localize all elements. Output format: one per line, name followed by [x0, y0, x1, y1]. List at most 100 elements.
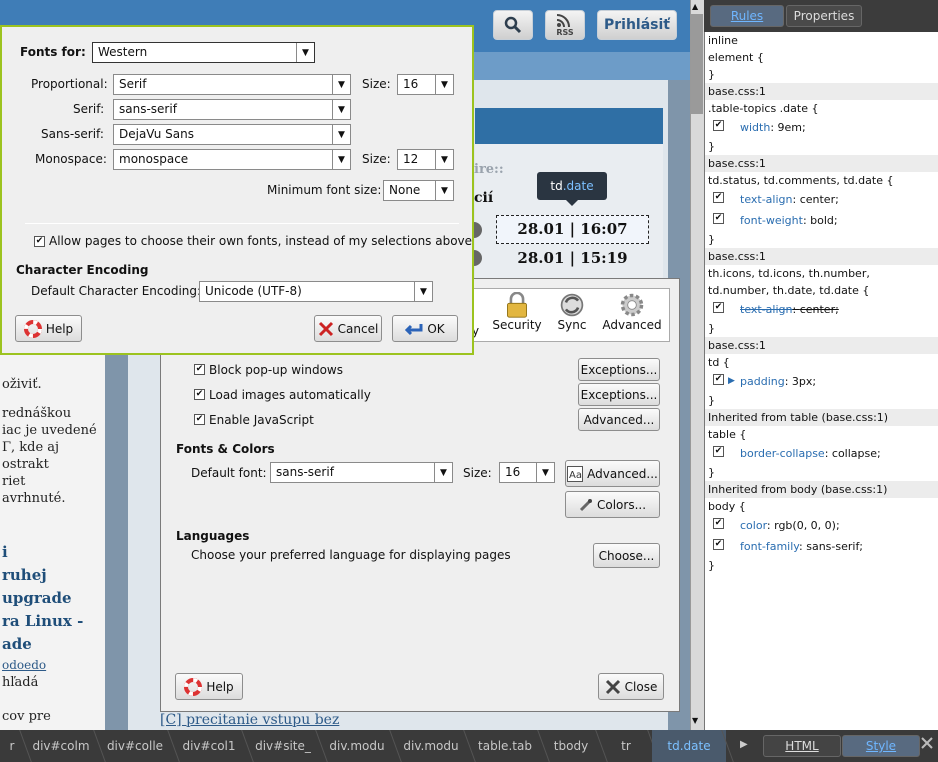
prefs-close-button[interactable]: Close	[598, 673, 664, 700]
property-checkbox[interactable]: ✔	[713, 518, 724, 529]
property-value[interactable]: sans-serif;	[806, 540, 863, 553]
rule-line: td.number, th.date, td.date {	[708, 284, 870, 297]
property-checkbox[interactable]: ✔	[713, 374, 724, 385]
table-panel-header	[475, 108, 663, 144]
property-name[interactable]: color	[740, 519, 767, 532]
min-font-size-select[interactable]: None ▼	[383, 180, 454, 201]
property-name[interactable]: padding	[740, 375, 785, 388]
serif-label: Serif:	[73, 102, 105, 116]
property-name[interactable]: text-align	[740, 193, 793, 206]
encoding-label: Default Character Encoding:	[31, 284, 202, 298]
close-icon	[921, 737, 933, 749]
property-value[interactable]: 9em;	[778, 121, 806, 134]
article-title-line[interactable]: upgrade	[2, 587, 105, 610]
article-title-line[interactable]: ade	[2, 633, 105, 656]
property-value[interactable]: 3px;	[792, 375, 816, 388]
tab-style[interactable]: Style	[842, 735, 920, 757]
allow-fonts-checkbox[interactable]: ✔	[34, 236, 45, 247]
fonts-advanced-button[interactable]: Aa Advanced...	[565, 460, 660, 487]
login-button[interactable]: Prihlásiť	[597, 10, 677, 40]
default-size-select[interactable]: 16 ▼	[499, 462, 555, 483]
article-title-line[interactable]: ra Linux -	[2, 610, 105, 633]
article-title-line[interactable]: ruhej	[2, 564, 105, 587]
languages-header: Languages	[176, 529, 250, 543]
images-exceptions-button[interactable]: Exceptions...	[578, 383, 660, 406]
date-cell-highlight[interactable]: 28.01 | 16:07	[496, 215, 649, 244]
property-checkbox[interactable]: ✔	[713, 539, 724, 550]
property-name[interactable]: text-align	[740, 303, 793, 316]
scroll-up-arrow[interactable]: ▲	[692, 2, 698, 11]
monospace-select[interactable]: monospace ▼	[113, 149, 351, 170]
property-checkbox[interactable]: ✔	[713, 192, 724, 203]
prefs-help-button[interactable]: Help	[175, 673, 243, 700]
page-scrollbar-thumb[interactable]	[691, 14, 703, 114]
colors-label: Colors...	[596, 497, 647, 512]
search-button[interactable]	[493, 10, 533, 40]
tab-properties[interactable]: Properties	[786, 5, 862, 27]
tab-html[interactable]: HTML	[763, 735, 841, 757]
article-text-line: avrhnuté.	[2, 491, 66, 506]
property-checkbox[interactable]: ✔	[713, 302, 724, 313]
property-checkbox[interactable]: ✔	[713, 446, 724, 457]
article-text-line: cov pre	[2, 709, 51, 724]
sans-serif-select[interactable]: DejaVu Sans ▼	[113, 124, 351, 145]
tab-sync[interactable]: Sync	[548, 292, 596, 332]
proportional-size-select[interactable]: 16 ▼	[397, 74, 454, 95]
property-value[interactable]: center;	[800, 303, 839, 316]
property-name[interactable]: border-collapse	[740, 447, 825, 460]
tab-advanced[interactable]: Advanced	[602, 292, 662, 332]
author-link[interactable]: odoedo	[2, 656, 105, 674]
rules-view: inline element {} base.css:1 .table-topics …	[705, 32, 938, 730]
property-value[interactable]: collapse;	[832, 447, 881, 460]
default-font-select[interactable]: sans-serif ▼	[270, 462, 453, 483]
js-advanced-button[interactable]: Advanced...	[578, 408, 660, 431]
article-text-line: hľadá	[2, 675, 39, 690]
article-text-line: Γ, kde aj	[2, 440, 60, 455]
colors-button[interactable]: Colors...	[565, 491, 660, 518]
fonts-cancel-button[interactable]: Cancel	[314, 315, 382, 342]
serif-select[interactable]: sans-serif ▼	[113, 99, 351, 120]
divider	[25, 223, 459, 224]
enable-js-checkbox[interactable]: ✔	[194, 414, 205, 425]
encoding-select[interactable]: Unicode (UTF-8) ▼	[199, 281, 433, 302]
rule-line: table {	[708, 428, 747, 441]
property-value[interactable]: center;	[800, 193, 839, 206]
fonts-help-label: Help	[45, 321, 74, 336]
property-name[interactable]: font-weight	[740, 214, 803, 227]
allow-fonts-label: Allow pages to choose their own fonts, i…	[49, 234, 473, 248]
property-value[interactable]: bold;	[810, 214, 837, 227]
scroll-down-arrow[interactable]: ▼	[692, 716, 698, 725]
block-popups-checkbox[interactable]: ✔	[194, 364, 205, 375]
tab-security-label: Security	[492, 318, 542, 332]
chevron-right-icon[interactable]: ▶	[740, 739, 748, 750]
rss-button[interactable]: RSS	[545, 10, 585, 40]
fonts-help-button[interactable]: Help	[15, 315, 82, 342]
property-name[interactable]: font-family	[740, 540, 799, 553]
choose-language-button[interactable]: Choose...	[593, 543, 660, 568]
article-text-line: riet	[2, 474, 26, 489]
rule-property: ✔ text-align: center;	[705, 299, 938, 320]
fonts-for-select[interactable]: Western ▼	[92, 42, 315, 63]
load-images-checkbox[interactable]: ✔	[194, 389, 205, 400]
property-checkbox[interactable]: ✔	[713, 120, 724, 131]
tab-rules[interactable]: Rules	[710, 5, 784, 27]
article-title-line[interactable]: i	[2, 541, 105, 564]
article-link[interactable]: [C] precitanie vstupu bez	[160, 712, 680, 730]
proportional-select[interactable]: Serif ▼	[113, 74, 351, 95]
property-checkbox[interactable]: ✔	[713, 213, 724, 224]
property-name[interactable]: width	[740, 121, 770, 134]
fonts-ok-button[interactable]: OK	[392, 315, 458, 342]
property-value[interactable]: rgb(0, 0, 0);	[774, 519, 840, 532]
chevron-down-icon: ▼	[332, 100, 350, 119]
monospace-size-select[interactable]: 12 ▼	[397, 149, 454, 170]
close-devtools-button[interactable]	[921, 737, 933, 752]
column-fragment: ire::	[474, 162, 504, 177]
tooltip-tag: td	[550, 179, 563, 193]
tab-security[interactable]: Security	[492, 292, 542, 332]
expand-arrow-icon[interactable]: ▶	[728, 371, 735, 392]
languages-description: Choose your preferred language for displ…	[191, 548, 511, 562]
date-cell-value-2: 28.01 | 15:19	[517, 249, 628, 267]
popup-exceptions-button[interactable]: Exceptions...	[578, 358, 660, 381]
search-icon	[504, 16, 522, 34]
article-text-line: oživiť.	[2, 377, 42, 392]
